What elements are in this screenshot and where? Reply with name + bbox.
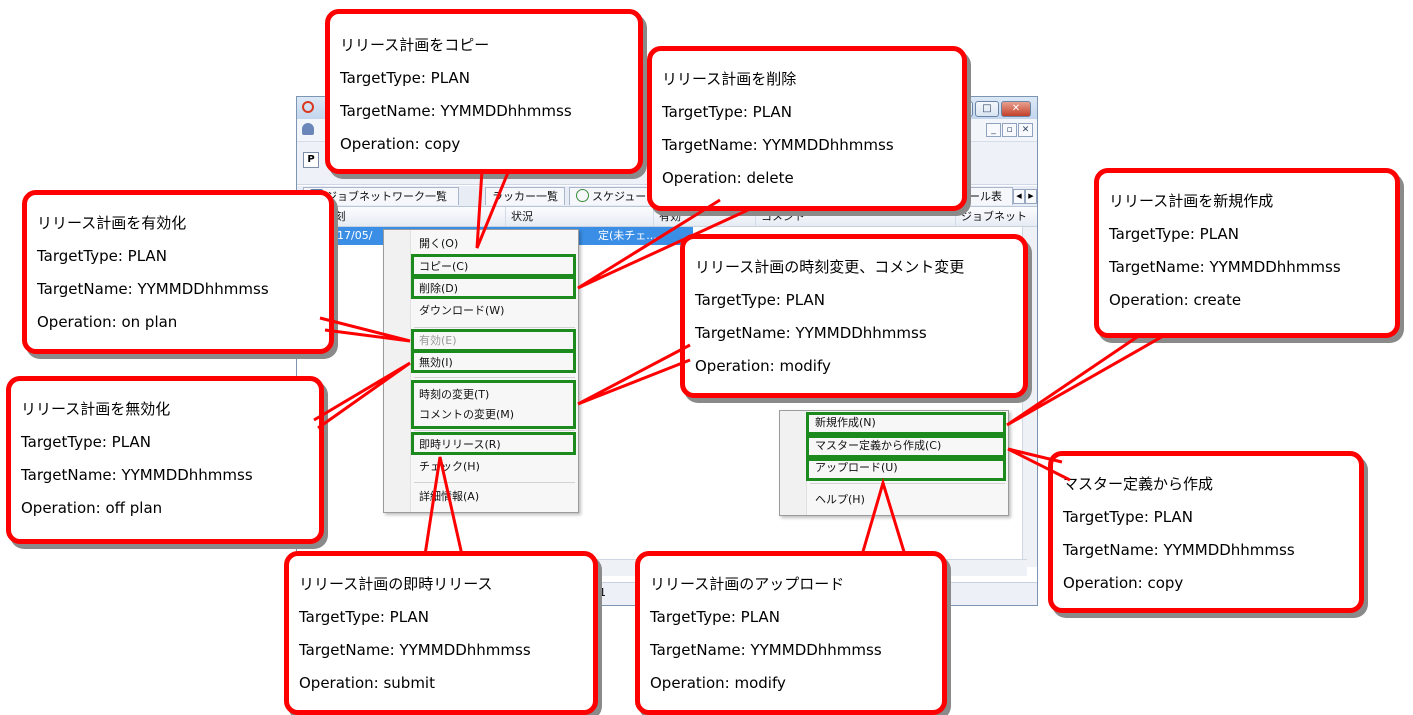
- leader-create: [1006, 333, 1166, 427]
- leader-enable: [319, 316, 411, 343]
- leader-copy: [475, 169, 511, 249]
- leader-master: [1007, 447, 1071, 482]
- leader-upload: [860, 477, 907, 556]
- callout-leaders: [313, 169, 1166, 556]
- leader-disable: [313, 361, 411, 430]
- leader-delete: [577, 198, 749, 290]
- leader-modify: [577, 343, 691, 406]
- leader-submit: [423, 456, 464, 556]
